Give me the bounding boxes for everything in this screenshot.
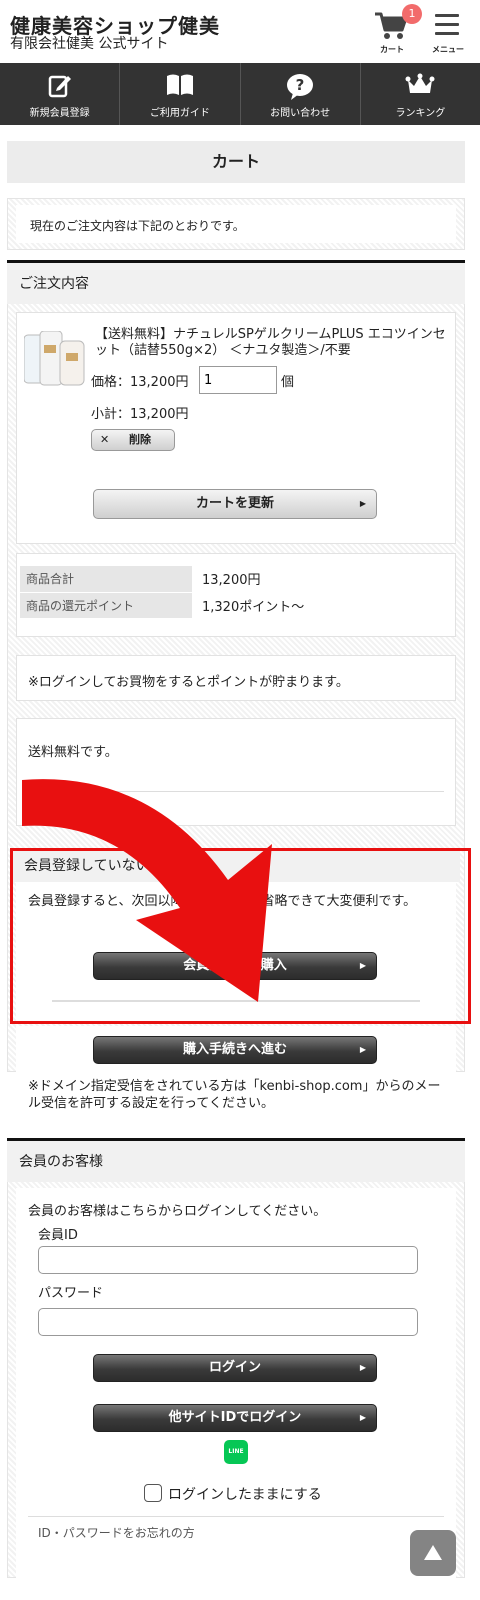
keep-login-checkbox[interactable] (144, 1484, 162, 1502)
other-site-login-button[interactable]: 他サイトIDでログイン ▶ (93, 1404, 377, 1432)
svg-text:?: ? (296, 76, 305, 94)
site-subtitle: 有限会社健美 公式サイト (10, 36, 169, 52)
edit-icon (48, 75, 71, 98)
member-id-label: 会員ID (38, 1228, 78, 1243)
shipping-notice: 送料無料です。 (28, 745, 118, 760)
highlight-frame (10, 848, 471, 1024)
checkout-label: 購入手続きへ進む (182, 1042, 287, 1057)
cart-count-badge: 1 (402, 4, 422, 24)
table-row: 商品の還元ポイント 1,320ポイント〜 (20, 592, 452, 619)
nav-guide[interactable]: ご利用ガイド (120, 63, 241, 125)
quantity-unit: 個 (281, 375, 295, 390)
delete-button[interactable]: ✕ 削除 (91, 429, 175, 451)
intro-box: 現在のご注文内容は下記のとおりです。 (7, 198, 465, 250)
question-chat-icon: ? (287, 74, 314, 100)
checkout-panel: 購入手続きへ進む ▶ ※ドメイン指定受信をされている方は「kenbi-shop.… (16, 1026, 456, 1122)
quantity-input[interactable] (199, 366, 277, 394)
cart-item: 【送料無料】ナチュレルSPゲルクリームPLUS エコツインセット（詰替550g×… (16, 312, 456, 544)
arrow-left-icon: ◀ (31, 803, 37, 811)
delete-label: 削除 (129, 433, 151, 446)
book-icon (166, 74, 193, 95)
divider (28, 791, 444, 792)
nav-ranking[interactable]: ランキング (361, 63, 480, 125)
menu-label: メニュー (432, 45, 464, 54)
arrow-up-icon (424, 1545, 442, 1560)
order-heading: ご注文内容 (7, 260, 465, 304)
order-summary: 商品合計 13,200円 商品の還元ポイント 1,320ポイント〜 (16, 553, 456, 637)
member-heading: 会員のお客様 (7, 1138, 465, 1182)
subtotal: 小計：13,200円 (91, 407, 189, 422)
hamburger-icon (435, 14, 459, 17)
member-text: 会員のお客様はこちらからログインしてください。 (28, 1204, 327, 1219)
summary-label: 商品合計 (20, 566, 192, 593)
divider (28, 1516, 444, 1517)
other-site-login-label: 他サイトIDでログイン (168, 1410, 302, 1425)
checkout-button[interactable]: 購入手続きへ進む ▶ (93, 1036, 377, 1064)
line-login-icon[interactable]: LINE (224, 1440, 248, 1464)
product-price: 価格：13,200円 (91, 375, 189, 390)
page-title: カート (7, 141, 465, 183)
login-label: ログイン (208, 1360, 261, 1375)
nav-label: ご利用ガイド (149, 108, 210, 119)
continue-shopping-label: 買い物を続ける (45, 799, 123, 812)
update-cart-button[interactable]: カートを更新 ▶ (93, 489, 377, 519)
password-label: パスワード (38, 1286, 104, 1301)
summary-value: 13,200円 (192, 566, 452, 593)
summary-table: 商品合計 13,200円 商品の還元ポイント 1,320ポイント〜 (20, 566, 452, 619)
forgot-password-link[interactable]: ID・パスワードをお忘れの方 (38, 1524, 195, 1541)
domain-notice: ※ドメイン指定受信をされている方は「kenbi-shop.com」からのメール受… (28, 1079, 441, 1111)
password-input[interactable] (38, 1308, 418, 1336)
summary-label: 商品の還元ポイント (20, 592, 192, 619)
nav-label: 新規会員登録 (29, 108, 90, 119)
member-id-input[interactable] (38, 1246, 418, 1274)
crown-icon (405, 73, 435, 93)
product-name[interactable]: 【送料無料】ナチュレルSPゲルクリームPLUS エコツインセット（詰替550g×… (95, 327, 449, 359)
member-panel: 会員のお客様はこちらからログインしてください。 会員ID パスワード ログイン … (16, 1188, 456, 1580)
arrow-right-icon: ▶ (359, 1413, 366, 1422)
main-nav: 新規会員登録 ご利用ガイド ? お問い合わせ ランキング (0, 63, 480, 125)
arrow-right-icon: ▶ (359, 1363, 366, 1372)
continue-shopping-link[interactable]: ◀ 買い物を続ける (31, 797, 123, 813)
shipping-box: 送料無料です。 ◀ 買い物を続ける (16, 718, 456, 826)
login-notice: ※ログインしてお買物をするとポイントが貯まります。 (28, 675, 349, 690)
cart-label: カート (380, 45, 404, 54)
login-notice-box: ※ログインしてお買物をするとポイントが貯まります。 (16, 655, 456, 701)
close-icon: ✕ (100, 433, 110, 446)
login-button[interactable]: ログイン ▶ (93, 1354, 377, 1382)
back-to-top-button[interactable] (410, 1530, 456, 1576)
nav-register[interactable]: 新規会員登録 (0, 63, 121, 125)
update-cart-label: カートを更新 (195, 496, 274, 511)
arrow-right-icon: ▶ (359, 499, 366, 508)
cart-button[interactable]: 1 カート (370, 4, 422, 56)
summary-value: 1,320ポイント〜 (192, 592, 452, 619)
keep-login-label[interactable]: ログインしたままにする (168, 1484, 322, 1504)
nav-contact[interactable]: ? お問い合わせ (241, 63, 361, 125)
table-row: 商品合計 13,200円 (20, 566, 452, 593)
arrow-right-icon: ▶ (359, 1045, 366, 1054)
nav-label: お問い合わせ (270, 108, 331, 119)
product-image (24, 331, 85, 386)
intro-text: 現在のご注文内容は下記のとおりです。 (30, 219, 245, 233)
menu-button[interactable]: メニュー (428, 8, 468, 56)
nav-label: ランキング (395, 108, 446, 119)
